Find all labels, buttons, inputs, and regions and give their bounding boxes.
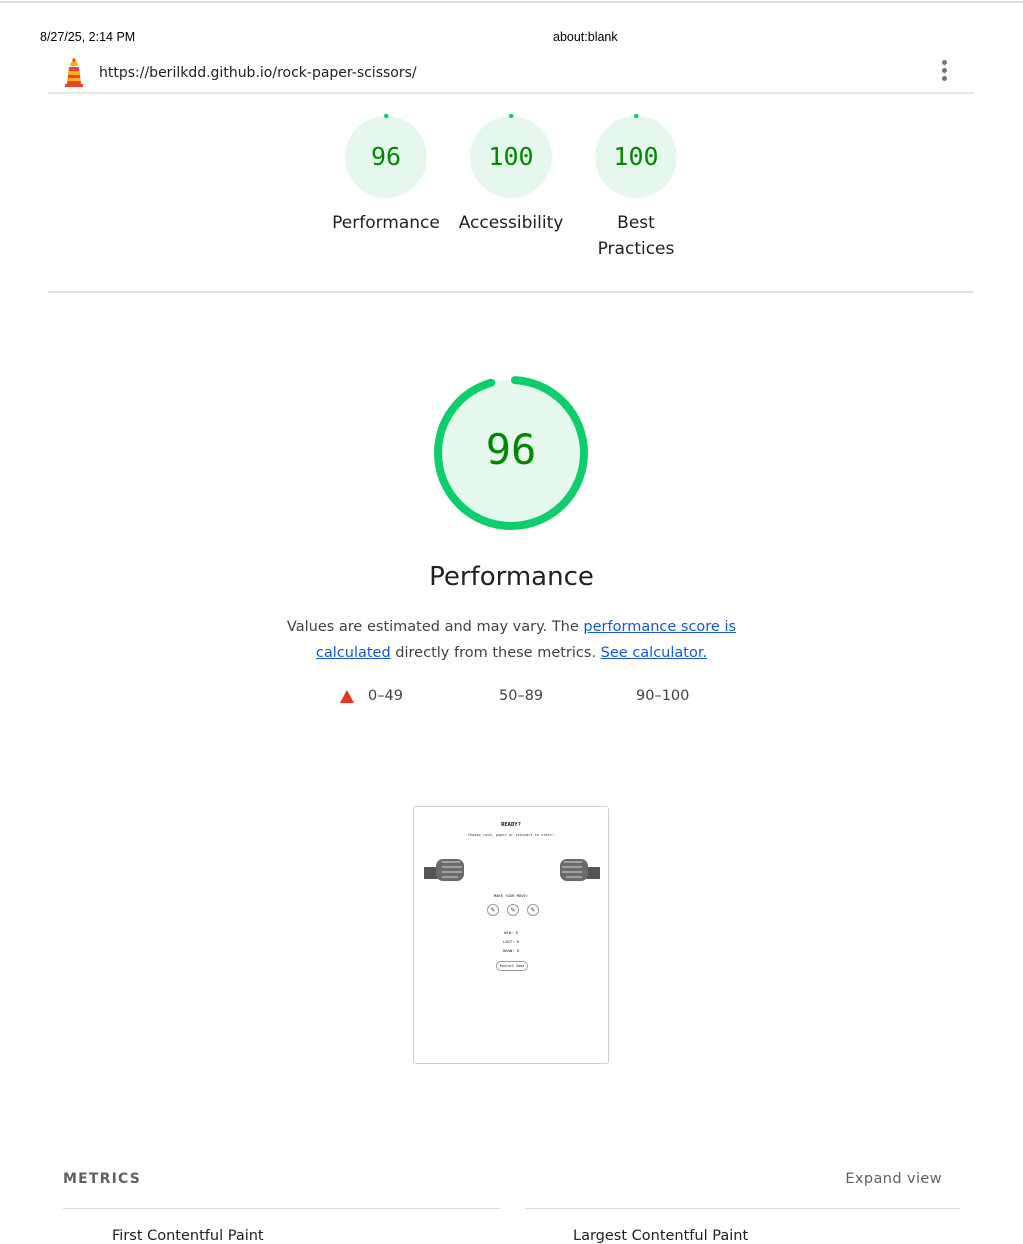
- print-date: 8/27/25, 2:14 PM: [40, 30, 136, 44]
- gauge-label: Performance: [332, 213, 440, 233]
- rock-button: ✎: [487, 904, 499, 916]
- category-gauges: 96 Performance 100 Accessibility 100 Bes…: [330, 114, 690, 284]
- scissors-button: ✎: [527, 904, 539, 916]
- lighthouse-icon: [65, 58, 83, 87]
- metric-lcp-title: Largest Contentful Paint: [573, 1228, 749, 1244]
- legend-range: 0–49: [368, 688, 403, 704]
- gauge-label: Best Practices: [597, 213, 675, 259]
- report-toolbar: https://berilkdd.github.io/rock-paper-sc…: [48, 56, 974, 94]
- description-text: Values are estimated and may vary. The: [286, 619, 584, 635]
- thumb-win: WIN: 0: [504, 930, 518, 935]
- paper-button: ✎: [507, 904, 519, 916]
- gauge-score: 100: [488, 142, 534, 171]
- thumb-prompt: MAKE YOUR MOVE!: [493, 893, 529, 898]
- performance-score: 96: [485, 425, 537, 474]
- legend-pass: 90–100: [636, 688, 689, 704]
- fist-left-icon: [424, 859, 464, 881]
- gauge-label: Accessibility: [458, 213, 564, 233]
- thumb-lost: LOST: 0: [502, 939, 519, 944]
- see-calculator-link[interactable]: See calculator.: [601, 645, 707, 661]
- final-screenshot-thumbnail: READY? Choose rock, paper or scissors to…: [413, 806, 609, 1064]
- expand-view-toggle[interactable]: Expand view: [845, 1171, 942, 1187]
- performance-title: Performance: [429, 562, 594, 592]
- fist-right-icon: [560, 859, 600, 881]
- metrics-divider: [525, 1208, 960, 1209]
- metric-fcp-title: First Contentful Paint: [112, 1228, 264, 1244]
- metrics-heading: METRICS: [63, 1171, 142, 1187]
- gauge-score: 96: [370, 142, 402, 171]
- gauge-best-practices[interactable]: 100 Best Practices: [580, 114, 692, 262]
- print-page-title: about:blank: [553, 30, 618, 44]
- legend-fail: 0–49: [340, 688, 403, 704]
- performance-description: Values are estimated and may vary. The p…: [250, 614, 773, 666]
- metrics-divider: [63, 1208, 500, 1209]
- thumb-move-buttons: ✎ ✎ ✎: [487, 904, 539, 916]
- gauge-accessibility[interactable]: 100 Accessibility: [455, 114, 567, 236]
- legend-range: 50–89: [499, 688, 544, 704]
- triangle-icon: [340, 689, 354, 703]
- thumb-reset-button: Restart Game: [496, 961, 528, 971]
- thumb-draw: DRAW: 0: [502, 948, 519, 953]
- thumb-heading: READY?: [501, 822, 521, 828]
- section-divider: [48, 291, 974, 293]
- kebab-menu-icon[interactable]: [936, 60, 952, 86]
- thumb-subheading: Choose rock, paper or scissors to start!: [467, 833, 555, 837]
- legend-average: 50–89: [499, 688, 543, 704]
- gauge-performance[interactable]: 96 Performance: [330, 114, 442, 236]
- performance-gauge-large: 96: [431, 373, 591, 533]
- report-url[interactable]: https://berilkdd.github.io/rock-paper-sc…: [99, 65, 417, 81]
- page-top-rule: [0, 1, 1023, 3]
- description-text: directly from these metrics.: [390, 645, 601, 661]
- legend-range: 90–100: [636, 688, 690, 704]
- gauge-score: 100: [613, 142, 659, 171]
